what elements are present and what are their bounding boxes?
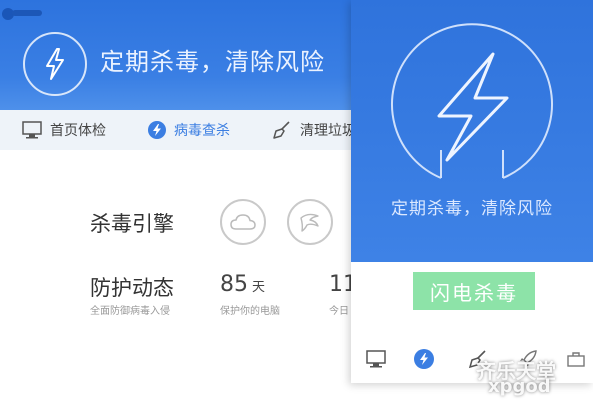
tab-virus-scan[interactable]: 病毒查杀 bbox=[148, 110, 230, 150]
window-title-bar-handle[interactable] bbox=[12, 10, 42, 16]
protected-days-caption: 保护你的电脑 bbox=[220, 306, 280, 317]
panel-tagline: 定期杀毒，清除风险 bbox=[391, 199, 553, 219]
broom-icon bbox=[272, 120, 292, 140]
tab-home-checkup[interactable]: 首页体检 bbox=[22, 110, 106, 150]
cloud-engine-icon[interactable] bbox=[220, 199, 266, 245]
protection-label: 防护动态 bbox=[90, 276, 174, 300]
monitor-icon bbox=[22, 120, 42, 140]
watermark-line-2: xpgod bbox=[488, 376, 551, 397]
tab-label: 清理垃圾 bbox=[300, 123, 356, 139]
protected-days-stat: 85 天 bbox=[220, 272, 265, 297]
tab-label: 病毒查杀 bbox=[174, 123, 230, 139]
monitor-icon[interactable] bbox=[365, 348, 387, 370]
lightning-icon[interactable] bbox=[413, 348, 435, 370]
protection-subtitle: 全面防御病毒入侵 bbox=[90, 306, 170, 317]
lightning-icon bbox=[23, 32, 87, 96]
tab-label: 首页体检 bbox=[50, 123, 106, 139]
protected-days-value: 85 bbox=[220, 272, 248, 297]
today-stat-caption: 今日 bbox=[329, 306, 349, 317]
engine-label: 杀毒引擎 bbox=[90, 212, 174, 236]
banner-title: 定期杀毒，清除风险 bbox=[100, 48, 325, 76]
flash-scan-button[interactable]: 闪电杀毒 bbox=[413, 272, 535, 310]
quick-scan-panel: 定期杀毒，清除风险 闪电杀毒 bbox=[351, 0, 593, 383]
eagle-engine-icon[interactable] bbox=[287, 199, 333, 245]
large-lightning-icon bbox=[391, 23, 553, 179]
lightning-icon bbox=[148, 121, 166, 139]
protected-days-unit: 天 bbox=[252, 280, 266, 295]
tab-clean-junk[interactable]: 清理垃圾 bbox=[272, 110, 356, 150]
panel-header: 定期杀毒，清除风险 bbox=[351, 0, 593, 262]
